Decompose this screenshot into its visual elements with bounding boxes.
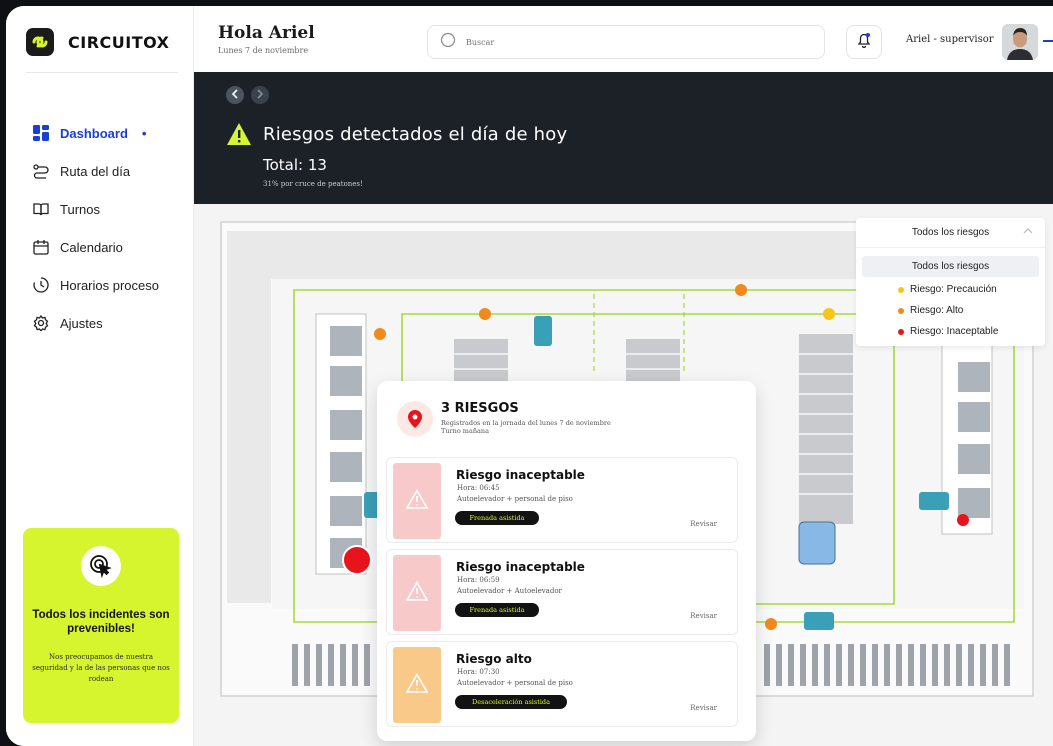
popup-title: 3 RIESGOS	[441, 401, 519, 416]
promo-body: Nos preocupamos de nuestra seguridad y l…	[32, 653, 170, 683]
next-button[interactable]	[251, 86, 269, 104]
sidebar-item-horarios[interactable]: Horarios proceso	[32, 266, 159, 304]
filter-option-precaucion[interactable]: Riesgo: Precaución	[856, 279, 1045, 300]
banner-total: Total: 13	[263, 156, 327, 174]
warning-icon	[405, 672, 429, 698]
risk-action-badge: Desaceleración asistida	[455, 695, 567, 709]
risk-time: Hora: 06:45	[457, 484, 500, 492]
page-date: Lunes 7 de noviembre	[218, 46, 309, 55]
sidebar-item-label: Ajustes	[60, 315, 103, 331]
risk-description: Autoelevador + Autoelevador	[457, 587, 562, 595]
sidebar-item-label: Horarios proceso	[60, 277, 159, 293]
sidebar-item-label: Turnos	[60, 201, 100, 217]
sidebar-divider	[26, 72, 178, 73]
brand-logo-icon	[26, 28, 54, 56]
filter-option-label: Riesgo: Alto	[910, 305, 964, 316]
popup-subtitle-line: Registrados en la jornada del lunes 7 de…	[441, 419, 611, 427]
prev-button[interactable]	[226, 86, 244, 104]
sidebar-item-ruta[interactable]: Ruta del día	[32, 152, 159, 190]
risk-card[interactable]: Riesgo inaceptable Hora: 06:45 Autoeleva…	[386, 457, 738, 543]
review-link[interactable]: Revisar	[690, 520, 717, 528]
risk-popup: 3 RIESGOS Registrados en la jornada del …	[377, 381, 756, 741]
gear-icon	[32, 314, 50, 332]
warning-icon	[226, 122, 252, 151]
search-input[interactable]	[466, 37, 766, 47]
sidebar: CIRCUITOX Dashboard • Ruta del día Turno…	[6, 6, 194, 746]
risk-description: Autoelevador + personal de piso	[457, 679, 573, 687]
risk-description: Autoelevador + personal de piso	[457, 495, 573, 503]
filter-option-label: Riesgo: Inaceptable	[910, 326, 999, 337]
risk-card[interactable]: Riesgo inaceptable Hora: 06:59 Autoeleva…	[386, 549, 738, 635]
sidebar-item-label: Dashboard	[60, 125, 128, 141]
chevron-left-icon	[231, 88, 239, 102]
warning-icon	[405, 488, 429, 514]
notification-button[interactable]	[846, 25, 882, 59]
search-icon	[440, 32, 456, 53]
yellow-dot-icon	[898, 286, 904, 293]
risk-title: Riesgo inaceptable	[456, 468, 585, 482]
book-icon	[32, 200, 50, 218]
header-indicator	[1043, 40, 1053, 42]
sidebar-item-label: Calendario	[60, 239, 123, 255]
risk-swatch	[393, 463, 441, 539]
warning-icon	[405, 580, 429, 606]
risk-action-badge: Frenada asistida	[455, 511, 539, 525]
top-header: Hola Ariel Lunes 7 de noviembre Ariel - …	[194, 6, 1053, 72]
risk-banner: Riesgos detectados el día de hoy Total: …	[194, 72, 1053, 204]
chevron-right-icon	[256, 88, 264, 102]
risk-card[interactable]: Riesgo alto Hora: 07:30 Autoelevador + p…	[386, 641, 738, 727]
review-link[interactable]: Revisar	[690, 704, 717, 712]
filter-option-all[interactable]: Todos los riesgos	[862, 256, 1039, 277]
page-title: Hola Ariel	[218, 23, 315, 43]
filter-option-inaceptable[interactable]: Riesgo: Inaceptable	[856, 321, 1045, 342]
risk-title: Riesgo alto	[456, 652, 532, 666]
search-bar[interactable]	[427, 25, 825, 59]
brand-name: CIRCUITOX	[68, 32, 170, 52]
banner-subtitle: 31% por cruce de peatones!	[263, 180, 363, 188]
user-name[interactable]: Ariel - supervisor	[906, 34, 994, 45]
active-marker: •	[141, 125, 147, 141]
risk-time: Hora: 07:30	[457, 668, 500, 676]
banner-title: Riesgos detectados el día de hoy	[263, 124, 568, 145]
filter-current-label: Todos los riesgos	[911, 227, 990, 238]
red-dot-icon	[898, 328, 904, 335]
sidebar-item-turnos[interactable]: Turnos	[32, 190, 159, 228]
risk-time: Hora: 06:59	[457, 576, 500, 584]
grid-icon	[32, 124, 50, 142]
filter-option-label: Riesgo: Precaución	[910, 284, 997, 295]
filter-option-label: Todos los riesgos	[911, 261, 990, 272]
sidebar-item-label: Ruta del día	[60, 163, 131, 179]
risk-filter-dropdown[interactable]: Todos los riesgos Todos los riesgos Ries…	[856, 218, 1045, 346]
clock-icon	[32, 276, 50, 294]
risk-swatch	[393, 555, 441, 631]
filter-option-alto[interactable]: Riesgo: Alto	[856, 300, 1045, 321]
app-window: CIRCUITOX Dashboard • Ruta del día Turno…	[6, 6, 1053, 746]
route-icon	[32, 162, 50, 180]
sidebar-item-ajustes[interactable]: Ajustes	[32, 304, 159, 342]
promo-card: Todos los incidentes son prevenibles! No…	[23, 528, 179, 723]
risk-action-badge: Frenada asistida	[455, 603, 539, 617]
promo-title: Todos los incidentes son prevenibles!	[32, 609, 170, 635]
filter-selected[interactable]: Todos los riesgos	[856, 218, 1045, 248]
bell-icon	[857, 32, 871, 53]
brand-logo[interactable]: CIRCUITOX	[26, 28, 169, 56]
orange-dot-icon	[898, 307, 904, 314]
avatar[interactable]	[1002, 24, 1038, 60]
sidebar-item-calendario[interactable]: Calendario	[32, 228, 159, 266]
chevron-up-icon	[1023, 227, 1033, 238]
risk-swatch	[393, 647, 441, 723]
risk-title: Riesgo inaceptable	[456, 560, 585, 574]
greeting-block: Hola Ariel Lunes 7 de noviembre	[218, 23, 315, 55]
sidebar-item-dashboard[interactable]: Dashboard •	[32, 114, 159, 152]
review-link[interactable]: Revisar	[690, 612, 717, 620]
target-cursor-icon	[81, 546, 121, 586]
sidebar-nav: Dashboard • Ruta del día Turnos Calendar…	[32, 114, 159, 342]
location-pin-icon	[397, 401, 433, 437]
calendar-icon	[32, 238, 50, 256]
popup-subtitle: Registrados en la jornada del lunes 7 de…	[441, 419, 611, 435]
popup-subtitle-line: Turno mañana	[441, 427, 489, 435]
